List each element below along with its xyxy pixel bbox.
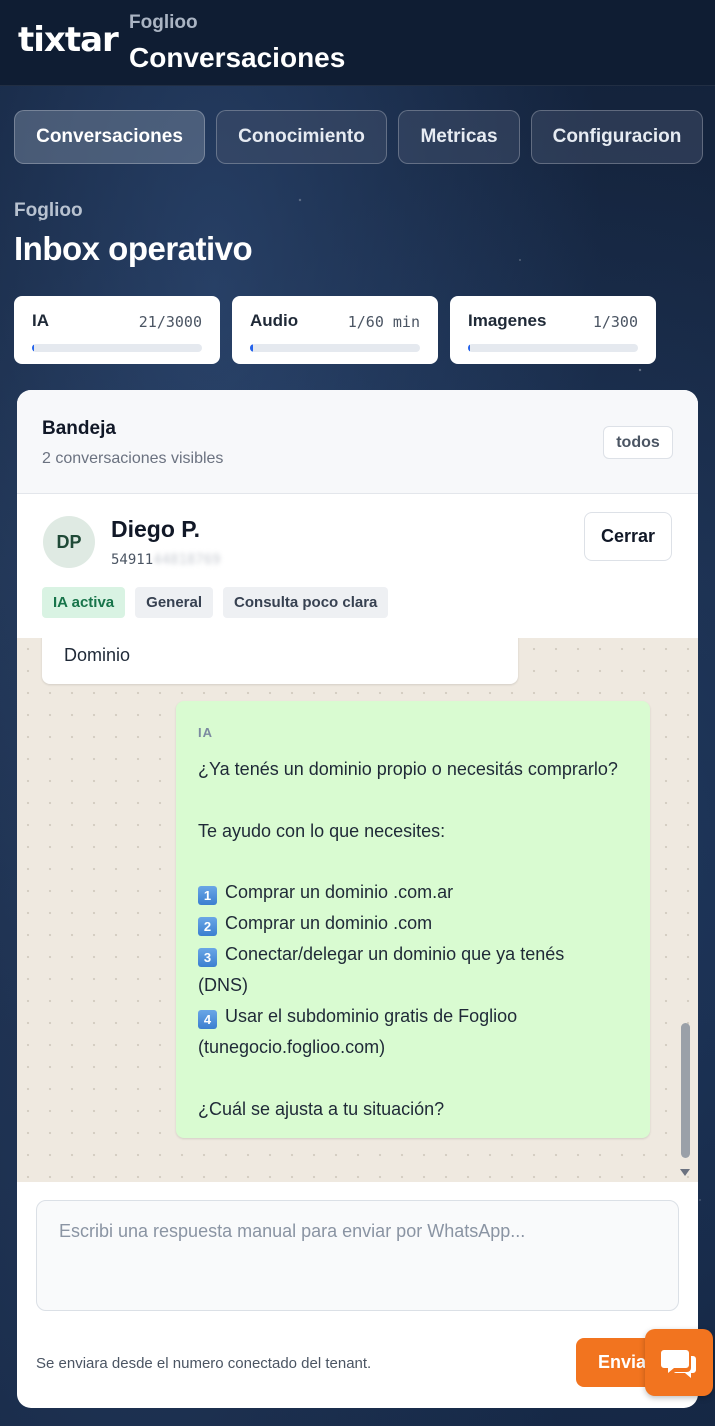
phone-prefix: 54911 (111, 552, 154, 568)
contact-phone: 5491144818769 (111, 552, 221, 568)
option-text: Usar el subdominio gratis de Foglioo (225, 1006, 518, 1026)
message-line-option: 3 Conectar/delegar un dominio que ya tené… (198, 944, 564, 967)
tab-configuracion[interactable]: Configuracion (531, 110, 703, 164)
usage-card-audio: Audio 1/60 min (232, 296, 438, 364)
usage-card-imagenes: Imagenes 1/300 (450, 296, 656, 364)
message-line: ¿Cuál se ajusta a tu situación? (198, 1099, 445, 1119)
usage-label: Audio (250, 311, 299, 330)
inbox-panel: Bandeja 2 conversaciones visibles todos … (17, 390, 698, 1408)
usage-label: Imagenes (468, 311, 547, 330)
avatar: DP (43, 516, 95, 568)
usage-progress-fill (468, 344, 470, 352)
tixtar-logo[interactable]: tixtar (18, 20, 119, 60)
message-line-option: 1 Comprar un dominio .com.ar (198, 882, 453, 905)
option-text: Comprar un dominio .com.ar (225, 882, 454, 902)
brand-name: Foglioo (129, 12, 198, 33)
reply-textarea[interactable] (36, 1200, 679, 1311)
usage-progress-fill (32, 344, 34, 352)
send-note: Se enviara desde el numero conectado del… (36, 1355, 372, 1372)
chat-scrollbar[interactable] (680, 638, 692, 1182)
filter-todos-button[interactable]: todos (603, 426, 673, 459)
tag-list: IA activa General Consulta poco clara (42, 587, 389, 618)
message-line-option: 2 Comprar un dominio .com (198, 913, 432, 936)
page-title: Inbox operativo (14, 230, 253, 267)
tab-conversaciones[interactable]: Conversaciones (14, 110, 205, 164)
usage-label: IA (32, 311, 49, 330)
message-line: (tunegocio.foglioo.com) (198, 1037, 386, 1057)
tenant-label: Foglioo (14, 200, 83, 221)
chat-widget-button[interactable] (645, 1329, 713, 1396)
usage-count: 1/300 (592, 313, 638, 331)
usage-progress-fill (250, 344, 253, 352)
inbox-header: Bandeja 2 conversaciones visibles todos (17, 390, 698, 494)
option-text: Conectar/delegar un dominio que ya tenés (225, 944, 565, 964)
message-line: Te ayudo con lo que necesites: (198, 821, 446, 841)
option-text: Comprar un dominio .com (225, 913, 433, 933)
message-text: Dominio (64, 645, 131, 665)
tag-consulta: Consulta poco clara (223, 587, 389, 618)
phone-redacted: 44818769 (153, 552, 221, 568)
inbox-title: Bandeja (42, 418, 116, 439)
keycap-2-icon: 2 (198, 917, 217, 936)
chat-bubbles-icon (661, 1349, 696, 1378)
contact-name: Diego P. (111, 516, 201, 542)
keycap-1-icon: 1 (198, 886, 217, 905)
usage-count: 21/3000 (138, 313, 202, 331)
tab-conocimiento[interactable]: Conocimiento (216, 110, 387, 164)
keycap-3-icon: 3 (198, 948, 217, 967)
message-line-option: 4 Usar el subdominio gratis de Foglioo (198, 1006, 517, 1029)
message-line: ¿Ya tenés un dominio propio o necesitás … (198, 759, 618, 779)
scrollbar-thumb[interactable] (681, 1023, 690, 1158)
incoming-message: Dominio (42, 638, 518, 684)
outgoing-message: IA ¿Ya tenés un dominio propio o necesit… (176, 701, 650, 1138)
page-header-title: Conversaciones (129, 42, 346, 73)
close-conversation-button[interactable]: Cerrar (584, 512, 672, 561)
usage-progress-bar (32, 344, 202, 352)
scroll-down-arrow-icon[interactable] (680, 1169, 690, 1176)
message-sender: IA (198, 725, 213, 740)
top-bar: tixtar Foglioo Conversaciones (0, 0, 715, 86)
tag-ia-activa: IA activa (42, 587, 126, 618)
message-line: (DNS) (198, 975, 248, 995)
inbox-subtitle: 2 conversaciones visibles (42, 450, 224, 467)
usage-card-ia: IA 21/3000 (14, 296, 220, 364)
tag-general: General (135, 587, 214, 618)
chat-area[interactable]: Dominio IA ¿Ya tenés un dominio propio o… (17, 638, 698, 1182)
usage-progress-bar (250, 344, 420, 352)
tab-metricas[interactable]: Metricas (398, 110, 520, 164)
usage-count: 1/60 min (347, 313, 420, 331)
keycap-4-icon: 4 (198, 1010, 217, 1029)
usage-progress-bar (468, 344, 638, 352)
